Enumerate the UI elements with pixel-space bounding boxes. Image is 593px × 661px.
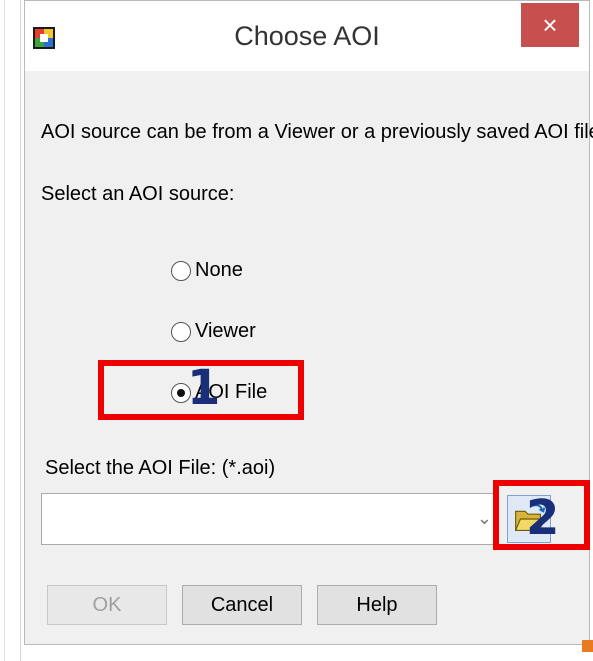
dialog-body: AOI source can be from a Viewer or a pre… <box>25 71 593 644</box>
radio-none-label: None <box>195 259 243 281</box>
annotation-number-2: 2 <box>526 490 560 546</box>
dialog-title: Choose AOI <box>234 21 380 51</box>
title-bar[interactable]: Choose AOI × <box>25 1 589 71</box>
ok-button[interactable]: OK <box>47 585 167 625</box>
background-divider <box>4 0 5 661</box>
close-button[interactable]: × <box>521 3 579 47</box>
radio-none[interactable]: None <box>171 259 243 282</box>
chevron-down-icon[interactable]: ⌄ <box>477 508 492 529</box>
radio-viewer[interactable]: Viewer <box>171 320 256 343</box>
cancel-button[interactable]: Cancel <box>182 585 302 625</box>
source-description: AOI source can be from a Viewer or a pre… <box>41 121 593 143</box>
select-source-label: Select an AOI source: <box>41 183 235 205</box>
background-window-edge <box>0 0 21 661</box>
radio-none-button[interactable] <box>171 260 191 281</box>
corner-accent <box>582 640 593 652</box>
help-button[interactable]: Help <box>317 585 437 625</box>
aoi-file-label: Select the AOI File: (*.aoi) <box>45 457 276 479</box>
radio-viewer-label: Viewer <box>195 320 256 342</box>
aoi-file-input[interactable]: ⌄ <box>41 493 497 545</box>
close-icon: × <box>542 9 558 40</box>
annotation-number-1: 1 <box>187 360 221 416</box>
radio-viewer-button[interactable] <box>171 321 191 342</box>
